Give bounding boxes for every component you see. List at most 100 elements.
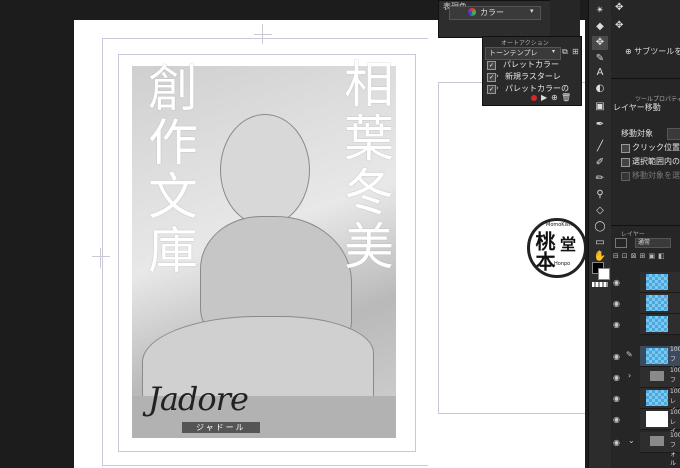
layer-row[interactable] (640, 272, 680, 293)
move-icon[interactable]: ✥ (615, 20, 623, 31)
layer-move-icon[interactable]: ✥ (592, 36, 608, 50)
layer-thumbnail (646, 274, 668, 290)
publisher-stamp-logo: 桃本 堂 MomoKishi Honpo (527, 218, 585, 278)
expression-color-panel: 表現色 カラー ▾ (438, 0, 552, 38)
option-label: 選択範囲内のレイ (632, 157, 680, 166)
layer-lock-icons[interactable]: ⊟⊡⊠⊞▣◧ (613, 252, 677, 262)
sub-color-swatch[interactable] (598, 268, 610, 280)
layer-row[interactable]: 100 レイ (640, 388, 680, 414)
logo-script: Jadore (148, 380, 249, 418)
chevron-right-icon[interactable]: › (628, 371, 631, 380)
marker-icon[interactable]: ✏ (592, 172, 608, 186)
layer-thumbnail (646, 316, 668, 332)
layer-row[interactable]: 100 レイヤ (640, 409, 680, 444)
fill-bucket-icon[interactable]: ◐ (592, 82, 608, 96)
auto-action-title: オートアクション (501, 40, 549, 47)
play-icon[interactable]: ▶ (541, 93, 547, 102)
stamp-arc-bottom: Honpo (554, 261, 571, 267)
chevron-down-icon[interactable]: ⌄ (628, 436, 635, 445)
delete-icon[interactable]: 🗑 (561, 93, 571, 102)
brush-icon[interactable]: ╱ (592, 140, 608, 154)
action-item[interactable]: パレットカラーの (505, 83, 569, 94)
layer-row[interactable] (640, 314, 680, 335)
transparent-color-swatch[interactable] (592, 282, 608, 287)
action-enable-checkbox[interactable]: ✓ (487, 73, 496, 82)
eye-icon[interactable]: ◉ (613, 415, 623, 424)
folder-icon (650, 371, 664, 381)
stamp-side: 堂 (560, 235, 577, 254)
stamp-main: 桃本 (532, 231, 556, 271)
auto-action-panel: オートアクション トーンテンプレ ▾ ⧉ ⊞ ✓ パレットカラー ✓ › 新規ラ… (482, 36, 582, 106)
balloon-icon[interactable]: ◯ (592, 220, 608, 234)
duplicate-icon[interactable]: ⧉ (562, 47, 568, 57)
ruler-icon[interactable]: ▭ (592, 236, 608, 250)
pen-icon[interactable]: ✒ (592, 118, 608, 132)
layer-row-selected[interactable]: 100 フォル (640, 346, 680, 381)
color-mode-label: カラー (480, 8, 504, 17)
layer-opacity: 100 (670, 346, 680, 353)
sparkle-icon[interactable]: ✴ (592, 4, 608, 18)
layer-opacity: 100 (670, 409, 680, 416)
layer-folder-row[interactable]: 100 フォル (640, 367, 680, 402)
move-icon[interactable]: ✥ (615, 2, 623, 13)
register-mark (100, 248, 101, 268)
panel-strip (550, 0, 580, 36)
layer-panel-title: レイヤー (621, 231, 645, 238)
layer-thumbnail (646, 390, 668, 406)
option-label: 移動対象を選択 (632, 171, 680, 180)
eye-icon[interactable]: ◉ (613, 352, 623, 361)
option-checkbox[interactable] (621, 172, 630, 181)
select-icon[interactable]: ▣ (592, 100, 608, 114)
eraser-icon[interactable]: ◇ (592, 204, 608, 218)
text-icon[interactable]: ✎ (592, 52, 608, 66)
chevron-down-icon: ▾ (552, 48, 556, 55)
layer-row[interactable] (640, 293, 680, 314)
move-target-select[interactable] (667, 128, 680, 140)
eye-icon[interactable]: ◉ (613, 299, 623, 308)
option-checkbox[interactable] (621, 144, 630, 153)
tool-palette: ✴ ◆ ✥ ✎ A ◐ ▣ ✒ ╱ ✐ ✏ ⚲ ◇ ◯ ▭ ✋ (588, 0, 611, 468)
eye-icon[interactable]: ◉ (613, 438, 623, 447)
color-wheel-icon (468, 8, 476, 16)
chevron-right-icon[interactable]: › (496, 72, 499, 80)
new-layer-icon[interactable] (615, 238, 627, 248)
action-enable-checkbox[interactable]: ✓ (487, 61, 496, 70)
pencil-icon[interactable]: ✐ (592, 156, 608, 170)
layer-folder-row[interactable]: 100 フォル (640, 432, 680, 467)
register-mark (254, 34, 272, 35)
divider (611, 225, 680, 226)
move-target-label: 移動対象 (621, 129, 653, 138)
eye-icon[interactable]: ◉ (613, 278, 623, 287)
color-mode-select[interactable]: カラー ▾ (449, 6, 541, 20)
add-subtool-label: サブツールを始 (634, 47, 680, 56)
layer-opacity: 100 (670, 367, 680, 374)
blend-mode-select[interactable]: 通常 (635, 238, 671, 248)
layer-opacity: 100 (670, 388, 680, 395)
record-icon[interactable] (531, 95, 537, 101)
sketch-head (220, 114, 310, 226)
action-set-label: トーンテンプレ (489, 49, 538, 57)
divider (611, 78, 680, 79)
layer-thumbnail (646, 348, 668, 364)
layer-toolbar: 通常 (613, 238, 677, 248)
add-subtool-button[interactable]: ⊕ サブツールを始 (625, 46, 680, 57)
airbrush-icon[interactable]: ⚲ (592, 188, 608, 202)
pen-edit-icon: ✎ (626, 350, 633, 359)
eye-icon[interactable]: ◉ (613, 373, 623, 382)
action-item[interactable]: 新規ラスターレ (505, 71, 561, 82)
add-icon[interactable]: ⊞ (572, 47, 579, 56)
layer-name: フォル (670, 442, 677, 467)
vertical-title-label: 創作文庫 (140, 62, 198, 278)
add-command-icon[interactable]: ⊕ (551, 93, 558, 102)
tool-name: レイヤー移動 (613, 103, 661, 112)
action-item[interactable]: パレットカラー (503, 59, 559, 70)
option-checkbox[interactable] (621, 158, 630, 167)
eye-icon[interactable]: ◉ (613, 320, 623, 329)
folder-icon (650, 436, 664, 446)
logo-caption: ジャドール (182, 422, 260, 433)
eye-icon[interactable]: ◉ (613, 394, 623, 403)
chevron-right-icon[interactable]: › (496, 84, 499, 92)
text-tool-icon[interactable]: A (592, 66, 608, 80)
fill-icon[interactable]: ◆ (592, 20, 608, 34)
action-enable-checkbox[interactable]: ✓ (487, 85, 496, 94)
